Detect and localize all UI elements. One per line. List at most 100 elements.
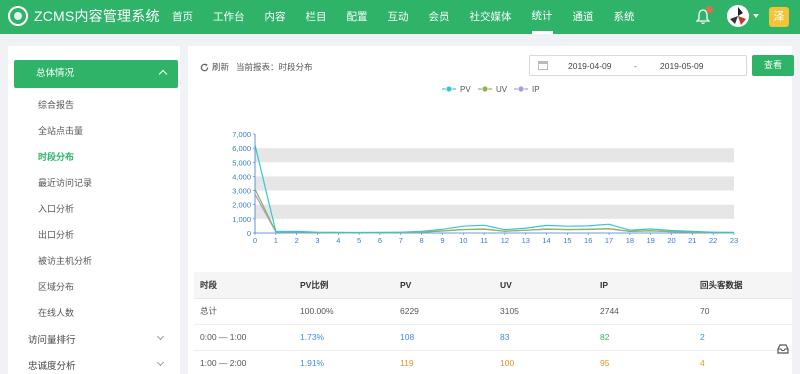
inbox-icon[interactable] [777, 344, 789, 354]
grid-band [255, 176, 734, 191]
x-tick-label: 20 [667, 236, 675, 245]
nav-item-social-media[interactable]: 社交媒体 [470, 0, 512, 34]
sidebar-item-region-distribution[interactable]: 区域分布 [38, 280, 74, 293]
x-tick-label: 3 [315, 236, 319, 245]
y-tick-label: 6,000 [232, 144, 251, 153]
grid-band [255, 204, 734, 219]
x-tick-label: 6 [378, 236, 382, 245]
app-title: ZCMS内容管理系统 [34, 8, 160, 24]
x-tick-label: 8 [420, 236, 424, 245]
chevron-down-icon[interactable] [753, 14, 759, 18]
nav-item-home[interactable]: 首页 [172, 0, 193, 34]
avatar[interactable] [727, 5, 749, 27]
x-tick-label: 11 [480, 236, 488, 245]
table-row: 1:00 — 2:00 1.91% 119 100 95 4 [194, 350, 792, 374]
y-tick-label: 7,000 [232, 130, 251, 139]
legend-marker [445, 85, 453, 93]
sidebar-item-visit-ranking[interactable]: 访问量排行 [28, 332, 165, 346]
nav-item-member[interactable]: 会员 [429, 0, 450, 34]
date-range-picker[interactable]: 2019-04-09 - 2019-05-09 [529, 55, 747, 76]
nav-item-content[interactable]: 内容 [265, 0, 286, 34]
y-tick-label: 5,000 [232, 158, 251, 167]
table-cell: 总计 [194, 298, 294, 325]
column-header-uv[interactable]: UV [494, 272, 594, 299]
sidebar-item-time-distribution[interactable]: 时段分布 [38, 150, 74, 163]
nav-item-catalog[interactable]: 栏目 [306, 0, 327, 34]
sidebar-item-host-analysis[interactable]: 被访主机分析 [38, 254, 92, 267]
current-report-label: 当前报表：时段分布 [236, 62, 313, 72]
grid-band [255, 148, 734, 163]
nav-item-config[interactable]: 配置 [347, 0, 368, 34]
sidebar-item-loyalty-analysis[interactable]: 忠诚度分析 [28, 358, 165, 372]
x-tick-label: 16 [584, 236, 592, 245]
table-row: 0:00 — 1:00 1.73% 108 83 82 2 [194, 324, 792, 351]
column-header-pv-ratio[interactable]: PV比例 [294, 272, 394, 299]
legend-marker [481, 85, 489, 93]
date-end-input[interactable]: 2019-05-09 [660, 61, 703, 71]
sidebar-item-exit-analysis[interactable]: 出口分析 [38, 228, 74, 241]
x-tick-label: 23 [730, 236, 738, 245]
column-header-period[interactable]: 时段 [194, 272, 294, 299]
table-cell: 119 [394, 350, 494, 374]
user-badge[interactable]: 泽 [769, 7, 789, 27]
x-tick-label: 9 [440, 236, 444, 245]
view-button[interactable]: 查看 [752, 55, 794, 76]
sidebar: 总体情况 综合报告 全站点击量 时段分布 最近访问记录 入口分析 出口分析 被访… [8, 46, 180, 374]
table-cell: 1:00 — 2:00 [194, 350, 294, 374]
column-header-pv[interactable]: PV [394, 272, 494, 299]
table-cell: 3105 [494, 298, 594, 325]
x-tick-label: 0 [253, 236, 257, 245]
table-cell: 6229 [394, 298, 494, 325]
date-separator: - [634, 61, 637, 71]
x-tick-label: 15 [563, 236, 571, 245]
sidebar-item-site-clicks[interactable]: 全站点击量 [38, 124, 83, 137]
nav-item-channel[interactable]: 通道 [573, 0, 594, 34]
calendar-icon [538, 61, 548, 70]
sidebar-item-overall-report[interactable]: 综合报告 [38, 98, 74, 111]
table-row: 总计 100.00% 6229 3105 2744 70 [194, 298, 792, 325]
x-tick-label: 10 [459, 236, 467, 245]
sidebar-item-recent-visits[interactable]: 最近访问记录 [38, 176, 92, 189]
logo-icon [8, 6, 28, 26]
sidebar-item-label: 访问量排行 [28, 335, 76, 346]
y-tick-label: 1,000 [232, 215, 251, 224]
notification-badge [706, 6, 713, 13]
y-tick-label: 3,000 [232, 187, 251, 196]
date-start-input[interactable]: 2019-04-09 [568, 61, 611, 71]
top-bar: ZCMS内容管理系统 首页 工作台 内容 栏目 配置 互动 会员 社交媒体 统计… [0, 0, 800, 34]
sidebar-item-online-users[interactable]: 在线人数 [38, 306, 74, 319]
x-tick-label: 14 [542, 236, 550, 245]
column-header-ip[interactable]: IP [594, 272, 694, 299]
x-tick-label: 18 [626, 236, 634, 245]
refresh-button[interactable]: 刷新 [212, 61, 229, 73]
column-header-returning[interactable]: 回头客数据 [694, 272, 792, 299]
refresh-icon[interactable] [200, 62, 209, 72]
nav-item-statistics[interactable]: 统计 [531, 0, 553, 34]
sidebar-group-overview[interactable]: 总体情况 [14, 60, 178, 88]
x-tick-label: 5 [357, 236, 361, 245]
x-tick-label: 17 [605, 236, 613, 245]
table-cell: 1.91% [294, 350, 394, 374]
chevron-down-icon [156, 332, 165, 341]
app-logo[interactable]: ZCMS内容管理系统 [8, 6, 160, 26]
time-distribution-table: 时段 PV比例 PV UV IP 回头客数据 总计 100.00% 6229 3… [194, 272, 792, 374]
nav-item-interaction[interactable]: 互动 [388, 0, 409, 34]
legend-marker [517, 85, 525, 93]
legend-label: PV [460, 85, 471, 94]
chevron-up-icon [158, 69, 168, 79]
x-tick-label: 2 [295, 236, 299, 245]
table-cell: 108 [394, 324, 494, 351]
nav-item-system[interactable]: 系统 [614, 0, 635, 34]
sidebar-item-entry-analysis[interactable]: 入口分析 [38, 202, 74, 215]
table-cell: 1.73% [294, 324, 394, 351]
table-header-row: 时段 PV比例 PV UV IP 回头客数据 [194, 272, 792, 299]
table-cell: 95 [594, 350, 694, 374]
nav-item-workbench[interactable]: 工作台 [213, 0, 245, 34]
x-tick-label: 7 [399, 236, 403, 245]
main-nav: 首页 工作台 内容 栏目 配置 互动 会员 社交媒体 统计 通道 系统 [172, 0, 655, 34]
table-cell: 82 [594, 324, 694, 351]
legend-label: IP [532, 85, 540, 94]
x-tick-label: 1 [274, 236, 278, 245]
main-panel: 刷新 当前报表：时段分布 2019-04-09 - 2019-05-09 查看 … [188, 46, 794, 374]
y-tick-label: 0 [247, 229, 251, 238]
